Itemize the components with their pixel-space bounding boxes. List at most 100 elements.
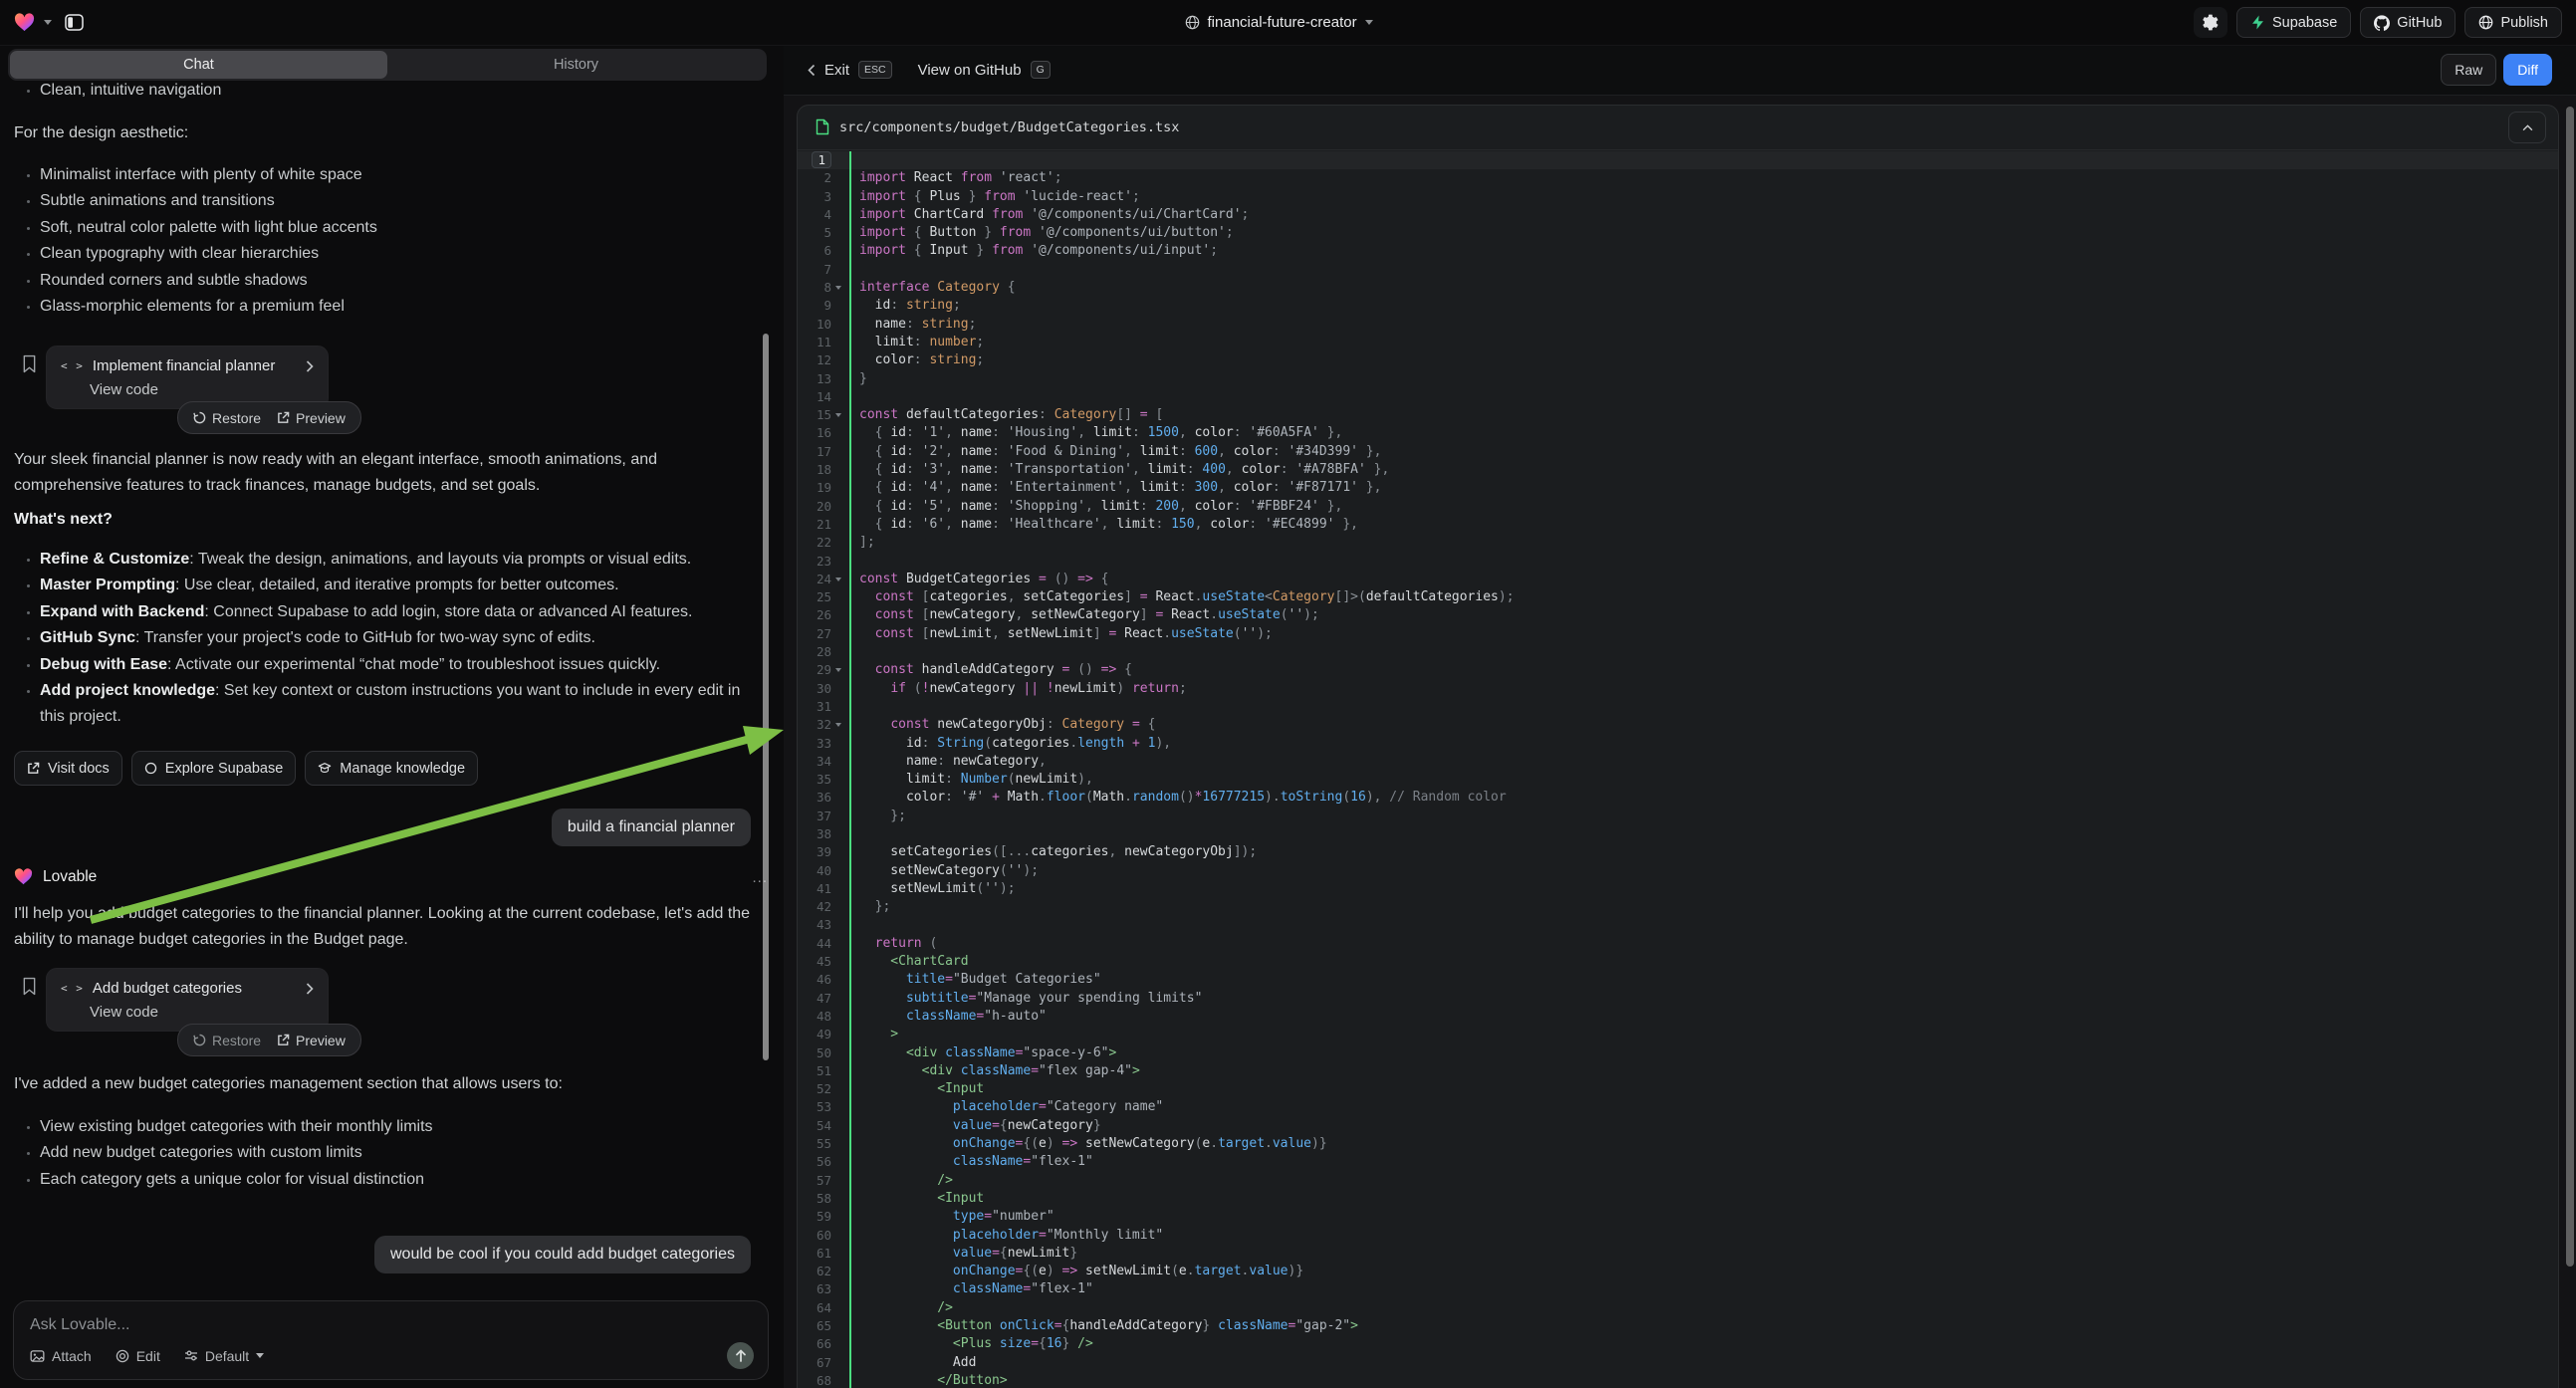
tab-history[interactable]: History bbox=[387, 51, 765, 79]
code-line[interactable]: 25 const [categories, setCategories] = R… bbox=[798, 588, 2558, 606]
raw-toggle-button[interactable]: Raw bbox=[2441, 54, 2496, 86]
publish-button[interactable]: Publish bbox=[2464, 7, 2562, 38]
workspace-chevron-down-icon[interactable] bbox=[44, 20, 52, 25]
code-line[interactable]: 43 bbox=[798, 916, 2558, 934]
bookmark-icon[interactable] bbox=[22, 977, 37, 996]
code-line[interactable]: 64 /> bbox=[798, 1299, 2558, 1317]
code-line[interactable]: 7 bbox=[798, 261, 2558, 279]
code-line[interactable]: 50 <div className="space-y-6"> bbox=[798, 1044, 2558, 1062]
code-line[interactable]: 31 bbox=[798, 698, 2558, 716]
preview-button[interactable]: Preview bbox=[277, 410, 346, 426]
code-line[interactable]: 61 value={newLimit} bbox=[798, 1245, 2558, 1263]
code-line[interactable]: 22]; bbox=[798, 534, 2558, 552]
code-line[interactable]: 33 id: String(categories.length + 1), bbox=[798, 735, 2558, 753]
sidebar-toggle-icon[interactable] bbox=[65, 14, 84, 32]
view-on-github-button[interactable]: View on GitHub G bbox=[918, 61, 1051, 79]
code-line[interactable]: 9 id: string; bbox=[798, 297, 2558, 315]
project-switcher[interactable]: financial-future-creator bbox=[1185, 0, 1373, 45]
code-line[interactable]: 68 </Button> bbox=[798, 1372, 2558, 1388]
version-card-add-budget-categories[interactable]: < > Add budget categories View code bbox=[46, 968, 329, 1032]
diff-toggle-button[interactable]: Diff bbox=[2503, 54, 2552, 86]
code-line[interactable]: 60 placeholder="Monthly limit" bbox=[798, 1227, 2558, 1245]
code-line[interactable]: 44 return ( bbox=[798, 935, 2558, 953]
code-line[interactable]: 4import ChartCard from '@/components/ui/… bbox=[798, 206, 2558, 224]
code-line[interactable]: 29 const handleAddCategory = () => { bbox=[798, 661, 2558, 679]
code-line[interactable]: 24const BudgetCategories = () => { bbox=[798, 571, 2558, 588]
chat-scrollbar[interactable] bbox=[763, 334, 769, 1060]
send-button[interactable] bbox=[727, 1342, 754, 1369]
code-line[interactable]: 36 color: '#' + Math.floor(Math.random()… bbox=[798, 789, 2558, 807]
code-line[interactable]: 54 value={newCategory} bbox=[798, 1117, 2558, 1135]
code-line[interactable]: 11 limit: number; bbox=[798, 334, 2558, 351]
code-line[interactable]: 56 className="flex-1" bbox=[798, 1153, 2558, 1171]
code-line[interactable]: 23 bbox=[798, 553, 2558, 571]
file-header[interactable]: src/components/budget/BudgetCategories.t… bbox=[798, 106, 2558, 150]
code-line[interactable]: 20 { id: '5', name: 'Shopping', limit: 2… bbox=[798, 498, 2558, 516]
code-line[interactable]: 35 limit: Number(newLimit), bbox=[798, 771, 2558, 789]
code-line[interactable]: 41 setNewLimit(''); bbox=[798, 880, 2558, 898]
settings-button[interactable] bbox=[2194, 7, 2227, 38]
preview-button[interactable]: Preview bbox=[277, 1033, 346, 1048]
code-line[interactable]: 39 setCategories([...categories, newCate… bbox=[798, 843, 2558, 861]
code-line[interactable]: 53 placeholder="Category name" bbox=[798, 1098, 2558, 1116]
code-line[interactable]: 47 subtitle="Manage your spending limits… bbox=[798, 990, 2558, 1008]
exit-button[interactable]: Exit ESC bbox=[808, 61, 892, 79]
code-line[interactable]: 26 const [newCategory, setNewCategory] =… bbox=[798, 606, 2558, 624]
code-line[interactable]: 18 { id: '3', name: 'Transportation', li… bbox=[798, 461, 2558, 479]
code-line[interactable]: 19 { id: '4', name: 'Entertainment', lim… bbox=[798, 479, 2558, 497]
code-line[interactable]: 1 bbox=[798, 151, 2558, 169]
code-line[interactable]: 52 <Input bbox=[798, 1080, 2558, 1098]
code-line[interactable]: 46 title="Budget Categories" bbox=[798, 971, 2558, 989]
code-line[interactable]: 27 const [newLimit, setNewLimit] = React… bbox=[798, 625, 2558, 643]
code-line[interactable]: 49 > bbox=[798, 1026, 2558, 1043]
code-line[interactable]: 63 className="flex-1" bbox=[798, 1280, 2558, 1298]
code-line[interactable]: 6import { Input } from '@/components/ui/… bbox=[798, 242, 2558, 260]
code-line[interactable]: 17 { id: '2', name: 'Food & Dining', lim… bbox=[798, 443, 2558, 461]
code-editor[interactable]: 12import React from 'react';3import { Pl… bbox=[798, 149, 2558, 1388]
code-line[interactable]: 12 color: string; bbox=[798, 351, 2558, 369]
visit-docs-button[interactable]: Visit docs bbox=[14, 751, 122, 786]
restore-button[interactable]: Restore bbox=[193, 1033, 261, 1048]
code-line[interactable]: 3import { Plus } from 'lucide-react'; bbox=[798, 188, 2558, 206]
manage-knowledge-button[interactable]: Manage knowledge bbox=[305, 751, 478, 786]
code-line[interactable]: 2import React from 'react'; bbox=[798, 169, 2558, 187]
explore-supabase-button[interactable]: Explore Supabase bbox=[131, 751, 297, 786]
code-line[interactable]: 58 <Input bbox=[798, 1190, 2558, 1208]
view-code-link[interactable]: View code bbox=[90, 1004, 314, 1021]
code-line[interactable]: 37 }; bbox=[798, 808, 2558, 825]
code-line[interactable]: 15const defaultCategories: Category[] = … bbox=[798, 406, 2558, 424]
window-scrollbar[interactable] bbox=[2566, 107, 2574, 1267]
code-line[interactable]: 65 <Button onClick={handleAddCategory} c… bbox=[798, 1317, 2558, 1335]
code-line[interactable]: 34 name: newCategory, bbox=[798, 753, 2558, 771]
code-line[interactable]: 8interface Category { bbox=[798, 279, 2558, 297]
code-line[interactable]: 21 { id: '6', name: 'Healthcare', limit:… bbox=[798, 516, 2558, 534]
code-line[interactable]: 57 /> bbox=[798, 1172, 2558, 1190]
code-line[interactable]: 45 <ChartCard bbox=[798, 953, 2558, 971]
collapse-file-button[interactable] bbox=[2508, 112, 2546, 143]
code-line[interactable]: 55 onChange={(e) => setNewCategory(e.tar… bbox=[798, 1135, 2558, 1153]
code-line[interactable]: 10 name: string; bbox=[798, 316, 2558, 334]
view-code-link[interactable]: View code bbox=[90, 381, 314, 398]
code-line[interactable]: 30 if (!newCategory || !newLimit) return… bbox=[798, 680, 2558, 698]
supabase-button[interactable]: Supabase bbox=[2236, 7, 2351, 38]
bookmark-icon[interactable] bbox=[22, 354, 37, 373]
code-line[interactable]: 48 className="h-auto" bbox=[798, 1008, 2558, 1026]
code-line[interactable]: 67 Add bbox=[798, 1354, 2558, 1372]
edit-button[interactable]: Edit bbox=[116, 1348, 160, 1364]
code-line[interactable]: 40 setNewCategory(''); bbox=[798, 862, 2558, 880]
code-line[interactable]: 51 <div className="flex gap-4"> bbox=[798, 1062, 2558, 1080]
chat-input[interactable]: Ask Lovable... Attach Edit bbox=[13, 1300, 769, 1380]
code-line[interactable]: 32 const newCategoryObj: Category = { bbox=[798, 716, 2558, 734]
code-line[interactable]: 14 bbox=[798, 388, 2558, 406]
mode-selector[interactable]: Default bbox=[184, 1348, 264, 1364]
code-line[interactable]: 16 { id: '1', name: 'Housing', limit: 15… bbox=[798, 424, 2558, 442]
restore-button[interactable]: Restore bbox=[193, 410, 261, 426]
attach-button[interactable]: Attach bbox=[30, 1348, 92, 1364]
code-line[interactable]: 38 bbox=[798, 825, 2558, 843]
code-line[interactable]: 13} bbox=[798, 370, 2558, 388]
version-card-implement-financial-planner[interactable]: < > Implement financial planner View cod… bbox=[46, 346, 329, 409]
code-line[interactable]: 28 bbox=[798, 643, 2558, 661]
code-line[interactable]: 5import { Button } from '@/components/ui… bbox=[798, 224, 2558, 242]
code-line[interactable]: 59 type="number" bbox=[798, 1208, 2558, 1226]
code-line[interactable]: 62 onChange={(e) => setNewLimit(e.target… bbox=[798, 1263, 2558, 1280]
